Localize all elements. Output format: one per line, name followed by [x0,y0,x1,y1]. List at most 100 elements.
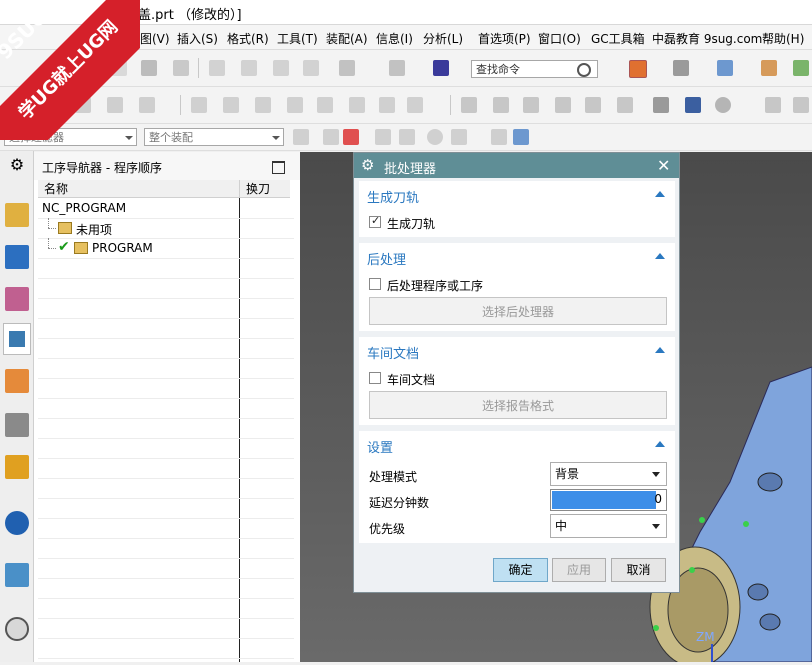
save-icon[interactable] [138,58,160,78]
delay-minutes-input[interactable]: 0 [550,489,667,511]
cancel-button[interactable]: 取消 [611,558,666,582]
menu-analysis[interactable]: 分析(L) [423,30,463,47]
forward-icon[interactable] [790,95,812,115]
create-tool-icon[interactable] [72,95,94,115]
clock-nav-icon[interactable] [5,617,29,641]
menu-insert[interactable]: 插入(S) [177,30,218,47]
fit-view-icon[interactable] [626,58,648,78]
cut-icon[interactable] [206,58,228,78]
menu-view[interactable]: 视图(V) [128,30,170,47]
view-triad-icon[interactable] [670,58,692,78]
settings-gear-icon[interactable]: ⚙ [5,155,29,179]
batch-icon[interactable] [650,95,672,115]
assembly-nav-icon[interactable] [5,203,29,227]
palette-icon[interactable] [5,455,29,479]
undo-icon[interactable] [336,58,358,78]
menu-assembly[interactable]: 装配(A) [326,30,368,47]
info-web-icon[interactable] [5,511,29,535]
op-path-icon[interactable] [404,95,426,115]
op-cut-icon[interactable] [220,95,242,115]
create-method-icon[interactable] [136,95,158,115]
paste-icon[interactable] [270,58,292,78]
checkmark-icon: ✓ [371,214,381,227]
menu-tools[interactable]: 工具(T) [277,30,318,47]
tree-item-program[interactable]: ✔ PROGRAM [38,238,294,259]
generate-icon[interactable] [458,95,480,115]
op-copy-icon[interactable] [252,95,274,115]
report-icon[interactable] [682,95,704,115]
op-delete-icon[interactable] [346,95,368,115]
list-icon[interactable] [552,95,574,115]
replay-icon[interactable] [490,95,512,115]
collapse-icon[interactable] [655,347,665,353]
menu-preferences[interactable]: 首选项(P) [478,30,531,47]
snap-end-icon[interactable] [396,127,418,147]
point-red-icon[interactable] [340,127,362,147]
op-paste-icon[interactable] [284,95,306,115]
title-bar: 盖.prt （修改的）] [0,0,812,25]
tree-item-unused[interactable]: 未用项 [38,218,294,239]
history-icon[interactable] [386,58,408,78]
menu-help[interactable]: 帮助(H) [762,30,804,47]
magnifier-icon [577,63,591,77]
select-gear-icon[interactable] [290,127,312,147]
select-postprocessor-button[interactable]: 选择后处理器 [369,297,667,325]
rect-select-icon[interactable] [448,127,470,147]
collapse-icon[interactable] [655,191,665,197]
tree-item-nc-program[interactable]: NC_PROGRAM [38,198,294,219]
shape-icon[interactable] [488,127,510,147]
column-header-tool-change[interactable]: 换刀 [240,180,290,198]
small-cube-icon[interactable] [510,127,532,147]
library-icon[interactable] [5,413,29,437]
menu-gc-toolbox[interactable]: GC工具箱 [591,30,645,47]
command-search-input[interactable]: 查找命令 [471,60,598,78]
menu-info[interactable]: 信息(I) [376,30,413,47]
part-nav-icon[interactable] [5,287,29,311]
verify-icon[interactable] [520,95,542,115]
create-program-icon[interactable] [44,95,66,115]
info-icon[interactable] [430,58,452,78]
snap-point-icon[interactable] [320,127,342,147]
assembly-scope-combo[interactable]: 整个装配 [144,128,284,146]
clock-icon[interactable] [712,95,734,115]
delete-icon[interactable] [300,58,322,78]
menu-format[interactable]: 格式(R) [227,30,269,47]
shop-doc-checkbox[interactable] [369,372,381,384]
machine-nav-icon[interactable] [5,369,29,393]
collapse-icon[interactable] [655,253,665,259]
history-nav-icon[interactable] [5,563,29,587]
column-header-name[interactable]: 名称 [38,180,240,198]
shaded-cube-icon[interactable] [714,58,736,78]
copy-icon[interactable] [238,58,260,78]
collapse-icon[interactable] [655,441,665,447]
print-icon[interactable] [170,58,192,78]
check-status-icon: ✔ [58,239,70,255]
postprocess-checkbox[interactable] [369,278,381,290]
shop-doc-icon[interactable] [582,95,604,115]
layer-icon[interactable] [758,58,780,78]
apply-button[interactable]: 应用 [552,558,606,582]
menu-zhonglei[interactable]: 中磊教育 9sug.com [652,30,762,47]
op-lock-icon[interactable] [314,95,336,115]
play-icon[interactable] [762,95,784,115]
dialog-gear-icon[interactable]: ⚙ [361,156,374,174]
op-display-icon[interactable] [376,95,398,115]
constraint-nav-icon[interactable] [5,245,29,269]
generate-toolpath-checkbox[interactable]: ✓ [369,214,381,228]
close-icon[interactable]: ✕ [657,156,670,175]
postprocess-icon[interactable] [614,95,636,115]
selection-filter-combo[interactable]: 选择过滤器 [4,128,137,146]
green-box-icon[interactable] [790,58,812,78]
ok-button[interactable]: 确定 [493,558,548,582]
op-edit-icon[interactable] [188,95,210,115]
polygon-select-icon[interactable] [424,127,446,147]
menu-window[interactable]: 窗口(O) [538,30,581,47]
select-report-format-button[interactable]: 选择报告格式 [369,391,667,419]
priority-select[interactable]: 中 [550,514,667,538]
maximize-icon[interactable] [272,161,285,174]
operation-nav-icon[interactable] [3,323,31,355]
snap-mid-icon[interactable] [372,127,394,147]
create-geometry-icon[interactable] [104,95,126,115]
open-icon[interactable] [108,58,130,78]
processing-mode-select[interactable]: 背景 [550,462,667,486]
